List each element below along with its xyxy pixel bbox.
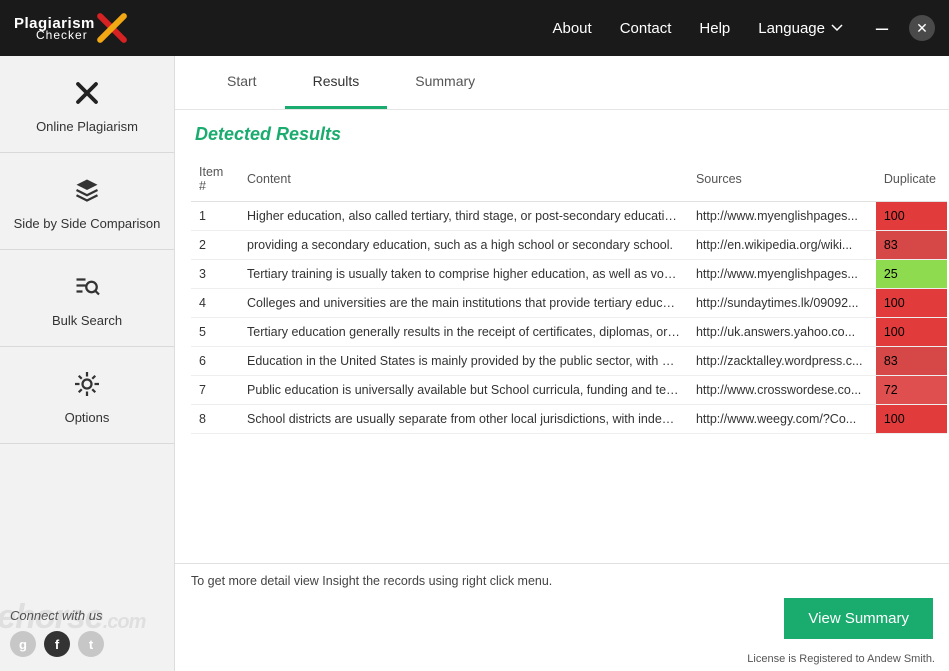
facebook-icon[interactable]: f xyxy=(44,631,70,657)
cell-item: 4 xyxy=(191,289,239,318)
cell-content: Education in the United States is mainly… xyxy=(239,347,688,376)
sidebar-item-options[interactable]: Options xyxy=(0,347,174,444)
page-heading: Detected Results xyxy=(195,124,949,145)
cell-item: 2 xyxy=(191,231,239,260)
sidebar-item-label: Options xyxy=(8,410,166,425)
cell-content: School districts are usually separate fr… xyxy=(239,405,688,434)
nav-contact[interactable]: Contact xyxy=(620,20,672,37)
minimize-button[interactable]: – xyxy=(869,15,895,41)
view-summary-button[interactable]: View Summary xyxy=(784,598,933,639)
window-controls: – ✕ xyxy=(869,15,935,41)
results-content: Detected Results Item # Content Sources … xyxy=(175,110,949,563)
cell-item: 6 xyxy=(191,347,239,376)
table-row[interactable]: 3Tertiary training is usually taken to c… xyxy=(191,260,947,289)
sidebar-item-label: Online Plagiarism xyxy=(8,119,166,134)
tab-start[interactable]: Start xyxy=(199,56,285,109)
close-button[interactable]: ✕ xyxy=(909,15,935,41)
list-search-icon xyxy=(70,272,104,302)
cell-item: 1 xyxy=(191,202,239,231)
cell-source: http://www.myenglishpages... xyxy=(688,202,876,231)
table-row[interactable]: 2providing a secondary education, such a… xyxy=(191,231,947,260)
sidebar-item-label: Side by Side Comparison xyxy=(8,216,166,231)
gear-icon xyxy=(70,369,104,399)
cell-source: http://uk.answers.yahoo.co... xyxy=(688,318,876,347)
google-plus-icon[interactable]: g xyxy=(10,631,36,657)
main-panel: Start Results Summary Detected Results I… xyxy=(175,56,949,671)
nav-help[interactable]: Help xyxy=(699,20,730,37)
connect-panel: Connect with us g f t xyxy=(0,598,174,671)
hint-text: To get more detail view Insight the reco… xyxy=(191,574,933,588)
connect-title: Connect with us xyxy=(10,608,164,623)
cell-duplicate: 100 xyxy=(876,405,947,434)
table-row[interactable]: 6Education in the United States is mainl… xyxy=(191,347,947,376)
footer: To get more detail view Insight the reco… xyxy=(175,563,949,649)
cell-duplicate: 100 xyxy=(876,318,947,347)
cell-duplicate: 83 xyxy=(876,347,947,376)
cell-content: Higher education, also called tertiary, … xyxy=(239,202,688,231)
chevron-down-icon xyxy=(831,20,843,37)
table-row[interactable]: 1Higher education, also called tertiary,… xyxy=(191,202,947,231)
cell-content: Public education is universally availabl… xyxy=(239,376,688,405)
col-duplicate[interactable]: Duplicate xyxy=(876,159,947,202)
sidebar-item-bulk-search[interactable]: Bulk Search xyxy=(0,250,174,347)
results-table: Item # Content Sources Duplicate 1Higher… xyxy=(191,159,947,434)
col-item[interactable]: Item # xyxy=(191,159,239,202)
nav-language[interactable]: Language xyxy=(758,20,843,37)
cell-content: Colleges and universities are the main i… xyxy=(239,289,688,318)
titlebar: Plagiarism Checker About Contact Help La… xyxy=(0,0,949,56)
brand-line2: Checker xyxy=(36,29,95,41)
cell-duplicate: 83 xyxy=(876,231,947,260)
cell-source: http://www.myenglishpages... xyxy=(688,260,876,289)
cell-source: http://sundaytimes.lk/09092... xyxy=(688,289,876,318)
sidebar-item-online-plagiarism[interactable]: Online Plagiarism xyxy=(0,56,174,153)
cell-item: 3 xyxy=(191,260,239,289)
sidebar: Online Plagiarism Side by Side Compariso… xyxy=(0,56,175,671)
cell-source: http://www.weegy.com/?Co... xyxy=(688,405,876,434)
cell-item: 8 xyxy=(191,405,239,434)
sidebar-item-side-by-side[interactable]: Side by Side Comparison xyxy=(0,153,174,250)
table-row[interactable]: 8School districts are usually separate f… xyxy=(191,405,947,434)
twitter-icon[interactable]: t xyxy=(78,631,104,657)
table-row[interactable]: 4Colleges and universities are the main … xyxy=(191,289,947,318)
cell-duplicate: 100 xyxy=(876,202,947,231)
license-text: License is Registered to Andew Smith. xyxy=(175,649,949,671)
tab-summary[interactable]: Summary xyxy=(387,56,503,109)
top-nav: About Contact Help Language xyxy=(552,20,843,37)
cell-item: 7 xyxy=(191,376,239,405)
nav-language-label: Language xyxy=(758,20,825,37)
cell-duplicate: 25 xyxy=(876,260,947,289)
tab-results[interactable]: Results xyxy=(285,56,388,109)
cell-item: 5 xyxy=(191,318,239,347)
sidebar-item-label: Bulk Search xyxy=(8,313,166,328)
cell-source: http://www.crosswordese.co... xyxy=(688,376,876,405)
table-row[interactable]: 7Public education is universally availab… xyxy=(191,376,947,405)
layers-icon xyxy=(70,175,104,205)
cell-source: http://en.wikipedia.org/wiki... xyxy=(688,231,876,260)
cell-content: Tertiary training is usually taken to co… xyxy=(239,260,688,289)
cell-duplicate: 72 xyxy=(876,376,947,405)
table-row[interactable]: 5Tertiary education generally results in… xyxy=(191,318,947,347)
cell-duplicate: 100 xyxy=(876,289,947,318)
app-logo: Plagiarism Checker xyxy=(14,11,129,45)
x-icon xyxy=(70,78,104,108)
col-sources[interactable]: Sources xyxy=(688,159,876,202)
cell-source: http://zacktalley.wordpress.c... xyxy=(688,347,876,376)
tabs: Start Results Summary xyxy=(175,56,949,110)
col-content[interactable]: Content xyxy=(239,159,688,202)
cell-content: Tertiary education generally results in … xyxy=(239,318,688,347)
logo-x-icon xyxy=(95,11,129,45)
cell-content: providing a secondary education, such as… xyxy=(239,231,688,260)
nav-about[interactable]: About xyxy=(552,20,591,37)
